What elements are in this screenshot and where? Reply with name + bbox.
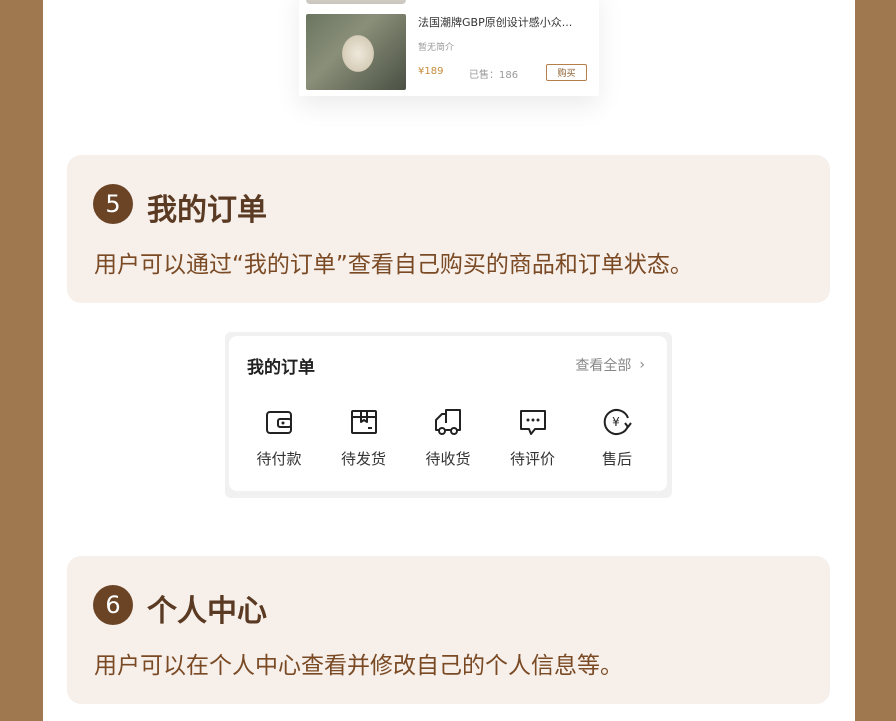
order-item-pending-receipt[interactable]: 待收货: [406, 406, 490, 469]
product-title[interactable]: 法国潮牌GBP原创设计感小众...: [418, 14, 572, 30]
section-description: 用户可以通过“我的订单”查看自己购买的商品和订单状态。: [94, 252, 693, 278]
order-item-label: 待评价: [509, 450, 555, 468]
my-orders-card: 我的订单 查看全部 › 待付款 待发货 待收货 待评价 ¥ 售后: [229, 336, 667, 491]
order-item-pending-review[interactable]: 待评价: [491, 406, 575, 469]
order-item-pending-payment[interactable]: 待付款: [237, 406, 321, 469]
view-all-label: 查看全部: [575, 358, 632, 374]
order-status-row: 待付款 待发货 待收货 待评价 ¥ 售后: [237, 406, 659, 469]
view-all-orders-link[interactable]: 查看全部 ›: [575, 355, 645, 375]
wallet-icon: [266, 411, 292, 434]
product-image[interactable]: [306, 14, 406, 90]
truck-icon: [435, 409, 461, 435]
product-sold-count: 已售：186: [469, 70, 519, 81]
section-my-orders: 5 我的订单 用户可以通过“我的订单”查看自己购买的商品和订单状态。: [67, 155, 830, 303]
refund-icon: ¥: [603, 409, 632, 435]
product-price: ¥189: [418, 66, 444, 77]
section-personal-center: 6 个人中心 用户可以在个人中心查看并修改自己的个人信息等。: [67, 556, 830, 704]
order-item-label: 待收货: [425, 450, 471, 468]
section-title: 个人中心: [147, 594, 267, 629]
order-item-label: 售后: [601, 450, 632, 468]
comment-icon: [519, 410, 546, 435]
chevron-right-icon: ›: [639, 357, 645, 373]
orders-title: 我的订单: [247, 358, 315, 378]
section-number-badge: 5: [93, 184, 133, 224]
order-item-pending-shipment[interactable]: 待发货: [322, 406, 406, 469]
section-number-badge: 6: [93, 585, 133, 625]
section-title: 我的订单: [147, 193, 267, 228]
product-description: 暂无简介: [418, 43, 455, 53]
previous-product-thumbnail: [306, 0, 406, 4]
svg-text:¥: ¥: [612, 415, 620, 429]
order-item-label: 待付款: [256, 450, 302, 468]
page: 法国潮牌GBP原创设计感小众... 暂无简介 ¥189 已售：186 购买 5 …: [43, 0, 855, 721]
buy-button[interactable]: 购买: [546, 64, 587, 81]
order-item-after-sales[interactable]: ¥ 售后: [575, 406, 659, 469]
section-description: 用户可以在个人中心查看并修改自己的个人信息等。: [94, 653, 623, 679]
product-card[interactable]: 法国潮牌GBP原创设计感小众... 暂无简介 ¥189 已售：186 购买: [299, 0, 599, 96]
package-icon: [350, 410, 377, 434]
order-item-label: 待发货: [340, 450, 386, 468]
